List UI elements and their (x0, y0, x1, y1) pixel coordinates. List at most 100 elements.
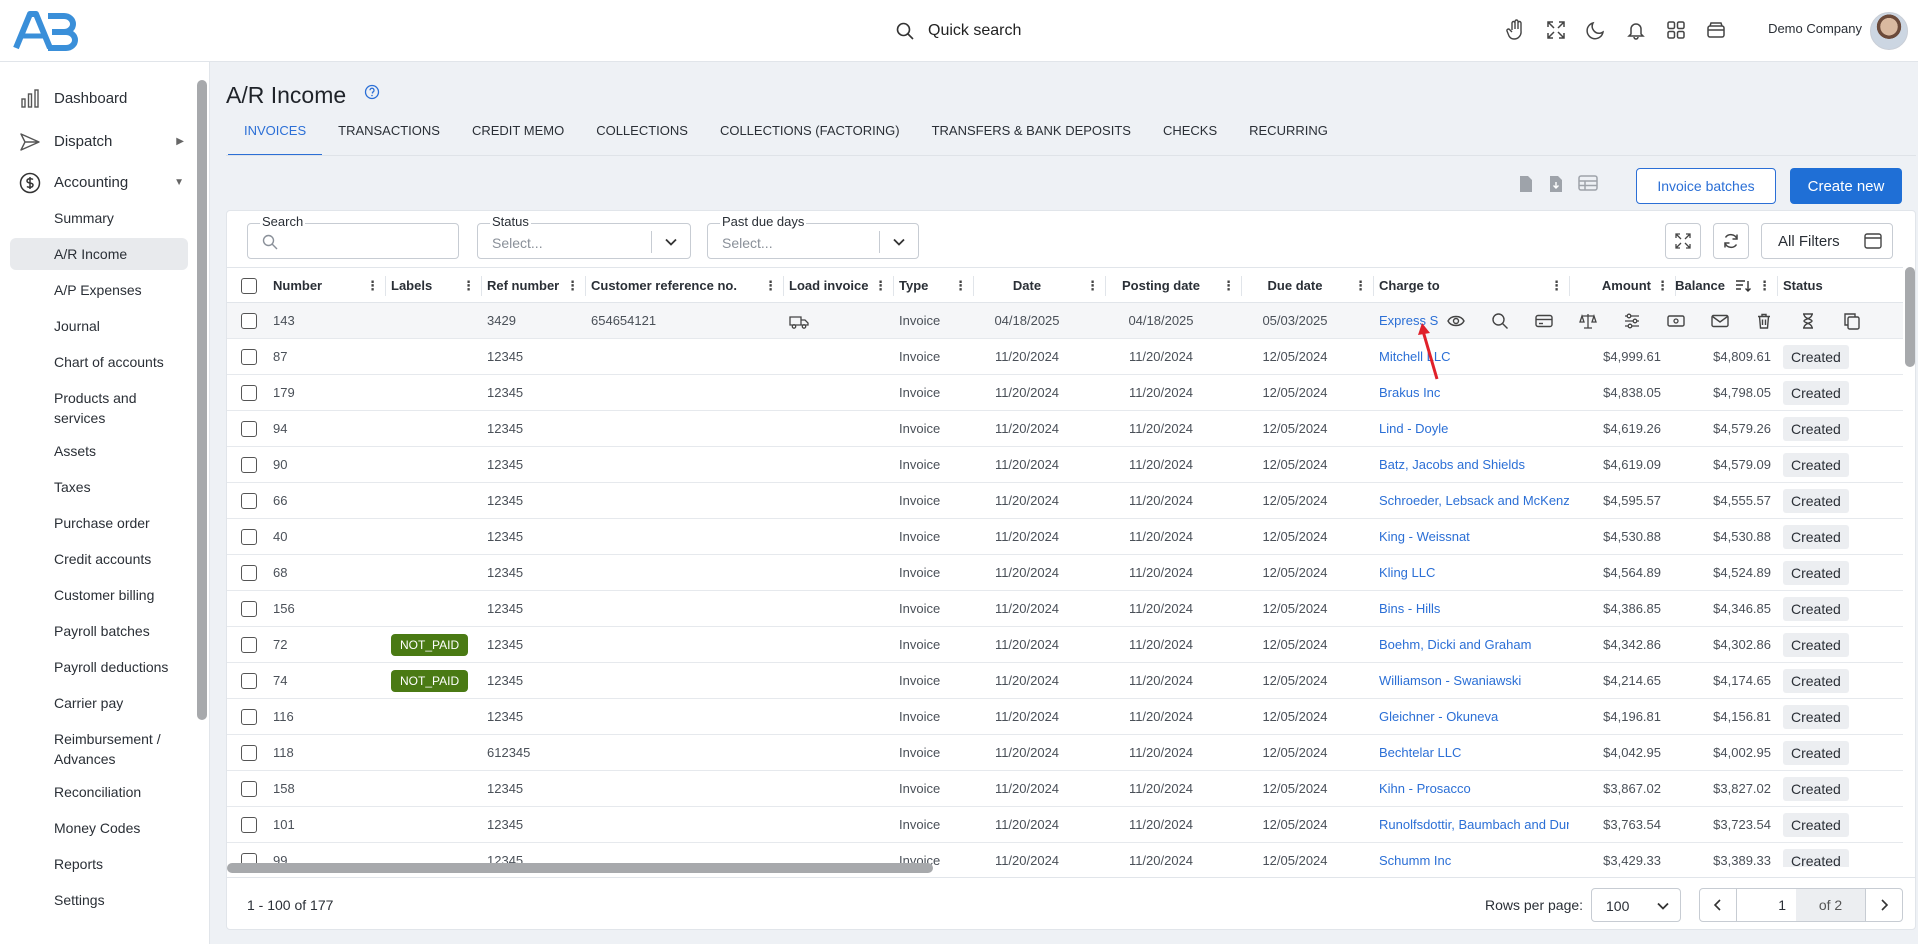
row-checkbox[interactable] (241, 313, 257, 329)
row-checkbox[interactable] (241, 493, 257, 509)
column-header-balance[interactable]: Balance ⋮ (1675, 268, 1778, 303)
help-icon[interactable] (364, 84, 380, 100)
sidebar-item-dispatch[interactable]: Dispatch ▶ (0, 123, 196, 159)
cell-charge-to[interactable]: Bechtelar LLC (1373, 735, 1569, 770)
sidebar-item-taxes[interactable]: Taxes (10, 477, 188, 497)
column-header-charge-to[interactable]: Charge to ⋮ (1373, 268, 1570, 303)
row-checkbox[interactable] (241, 637, 257, 653)
row-checkbox[interactable] (241, 349, 257, 365)
company-name[interactable]: Demo Company (1768, 21, 1862, 36)
cell-charge-to[interactable]: Kihn - Prosacco (1373, 771, 1569, 806)
column-menu-icon[interactable]: ⋮ (462, 268, 475, 303)
column-menu-icon[interactable]: ⋮ (1354, 268, 1367, 303)
cell-charge-to[interactable]: Schumm Inc (1373, 843, 1569, 867)
cell-charge-to[interactable]: Gleichner - Okuneva (1373, 699, 1569, 734)
sidebar-scrollbar[interactable] (197, 80, 207, 720)
moon-icon[interactable] (1584, 18, 1608, 42)
column-menu-icon[interactable]: ⋮ (1550, 268, 1563, 303)
quick-search[interactable]: Quick search (896, 18, 1021, 44)
sidebar-item-payroll-batches[interactable]: Payroll batches (10, 621, 188, 641)
column-menu-icon[interactable]: ⋮ (366, 268, 379, 303)
page-number-input[interactable]: 1 (1736, 889, 1796, 921)
avatar[interactable] (1870, 12, 1908, 50)
column-header-load-invoice[interactable]: Load invoice ⋮ (783, 268, 894, 303)
row-checkbox[interactable] (241, 385, 257, 401)
table-row[interactable]: 66 12345 Invoice 11/20/2024 11/20/2024 12/05/… (227, 483, 1903, 519)
tab-checks[interactable]: CHECKS (1147, 118, 1233, 156)
table-row[interactable]: 68 12345 Invoice 11/20/2024 11/20/2024 12/05/… (227, 555, 1903, 591)
wallet-icon[interactable] (1704, 18, 1728, 42)
column-menu-icon[interactable]: ⋮ (1086, 268, 1099, 303)
table-row[interactable]: 40 12345 Invoice 11/20/2024 11/20/2024 12/05/… (227, 519, 1903, 555)
invoice-batches-button[interactable]: Invoice batches (1636, 168, 1776, 204)
sidebar-item-reimbursement-advances[interactable]: Reimbursement / Advances (10, 729, 188, 769)
expand-table-button[interactable] (1665, 223, 1701, 259)
tab-collections[interactable]: COLLECTIONS (580, 118, 704, 156)
row-checkbox[interactable] (241, 565, 257, 581)
tab-transactions[interactable]: TRANSACTIONS (322, 118, 456, 156)
cell-charge-to[interactable]: Williamson - Swaniawski (1373, 663, 1569, 698)
row-checkbox[interactable] (241, 673, 257, 689)
tab-collections-factoring-[interactable]: COLLECTIONS (FACTORING) (704, 118, 916, 156)
status-select[interactable]: Status Select... (477, 215, 691, 259)
table-row[interactable]: 74 NOT_PAID 12345 Invoice 11/20/2024 11/20/20… (227, 663, 1903, 699)
tab-transfers-bank-deposits[interactable]: TRANSFERS & BANK DEPOSITS (916, 118, 1147, 156)
table-row[interactable]: 87 12345 Invoice 11/20/2024 11/20/2024 12/05/… (227, 339, 1903, 375)
row-checkbox[interactable] (241, 745, 257, 761)
sidebar-item-purchase-order[interactable]: Purchase order (10, 513, 188, 533)
previous-page-button[interactable] (1700, 889, 1736, 921)
column-header-labels[interactable]: Labels ⋮ (385, 268, 482, 303)
sidebar-item-carrier-pay[interactable]: Carrier pay (10, 693, 188, 713)
create-new-button[interactable]: Create new (1790, 168, 1902, 204)
column-menu-icon[interactable]: ⋮ (874, 268, 887, 303)
column-header-date[interactable]: Date ⋮ (973, 268, 1106, 303)
hourglass-icon[interactable] (1797, 310, 1819, 332)
table-row[interactable]: 179 12345 Invoice 11/20/2024 11/20/2024 12/05… (227, 375, 1903, 411)
sliders-icon[interactable] (1621, 310, 1643, 332)
rows-per-page-select[interactable]: 100 (1591, 888, 1681, 922)
table-row[interactable]: 143 3429 654654121 Invoice 04/18/2025 04/18/2… (227, 303, 1903, 339)
sidebar-item-a-p-expenses[interactable]: A/P Expenses (10, 280, 188, 300)
search-icon[interactable] (1489, 310, 1511, 332)
column-menu-icon[interactable]: ⋮ (954, 268, 967, 303)
sidebar-item-credit-accounts[interactable]: Credit accounts (10, 549, 188, 569)
column-menu-icon[interactable]: ⋮ (764, 268, 777, 303)
table-row[interactable]: 94 12345 Invoice 11/20/2024 11/20/2024 12/05/… (227, 411, 1903, 447)
row-checkbox[interactable] (241, 781, 257, 797)
cell-charge-to[interactable]: Runolfsdottir, Baumbach and Dur (1373, 807, 1569, 842)
table-vertical-scrollbar[interactable] (1905, 267, 1915, 367)
apps-grid-icon[interactable] (1664, 18, 1688, 42)
app-logo[interactable] (12, 8, 80, 52)
tab-invoices[interactable]: INVOICES (228, 118, 323, 156)
tab-credit-memo[interactable]: CREDIT MEMO (456, 118, 580, 156)
table-row[interactable]: 118 612345 Invoice 11/20/2024 11/20/2024 12/0… (227, 735, 1903, 771)
truck-icon[interactable] (789, 315, 809, 329)
sidebar-item-summary[interactable]: Summary (10, 208, 188, 228)
sidebar-item-journal[interactable]: Journal (10, 316, 188, 336)
past-due-days-select[interactable]: Past due days Select... (707, 215, 919, 259)
row-checkbox[interactable] (241, 529, 257, 545)
search-input[interactable]: Search (247, 215, 459, 259)
pdf-icon[interactable] (1518, 175, 1534, 193)
cell-charge-to[interactable]: Schroeder, Lebsack and McKenzie (1373, 483, 1569, 518)
row-checkbox[interactable] (241, 817, 257, 833)
column-header-type[interactable]: Type ⋮ (893, 268, 974, 303)
column-header-amount[interactable]: Amount ⋮ (1569, 268, 1676, 303)
sidebar-item-reports[interactable]: Reports (10, 854, 188, 874)
download-icon[interactable] (1548, 175, 1564, 193)
cell-charge-to[interactable]: Lind - Doyle (1373, 411, 1569, 446)
row-checkbox[interactable] (241, 709, 257, 725)
select-all-checkbox[interactable] (241, 278, 257, 294)
sidebar-item-customer-billing[interactable]: Customer billing (10, 585, 188, 605)
sidebar-item-assets[interactable]: Assets (10, 441, 188, 461)
table-row[interactable]: 72 NOT_PAID 12345 Invoice 11/20/2024 11/20/20… (227, 627, 1903, 663)
column-header-ref-number[interactable]: Ref number ⋮ (481, 268, 586, 303)
column-header-customer-reference-no-[interactable]: Customer reference no. ⋮ (585, 268, 784, 303)
all-filters-button[interactable]: All Filters (1761, 223, 1893, 259)
row-checkbox[interactable] (241, 421, 257, 437)
cell-charge-to[interactable]: Kling LLC (1373, 555, 1569, 590)
column-header-status[interactable]: Status (1777, 268, 1903, 303)
sidebar-item-settings[interactable]: Settings (10, 890, 188, 910)
refresh-button[interactable] (1713, 223, 1749, 259)
bell-icon[interactable] (1624, 18, 1648, 42)
